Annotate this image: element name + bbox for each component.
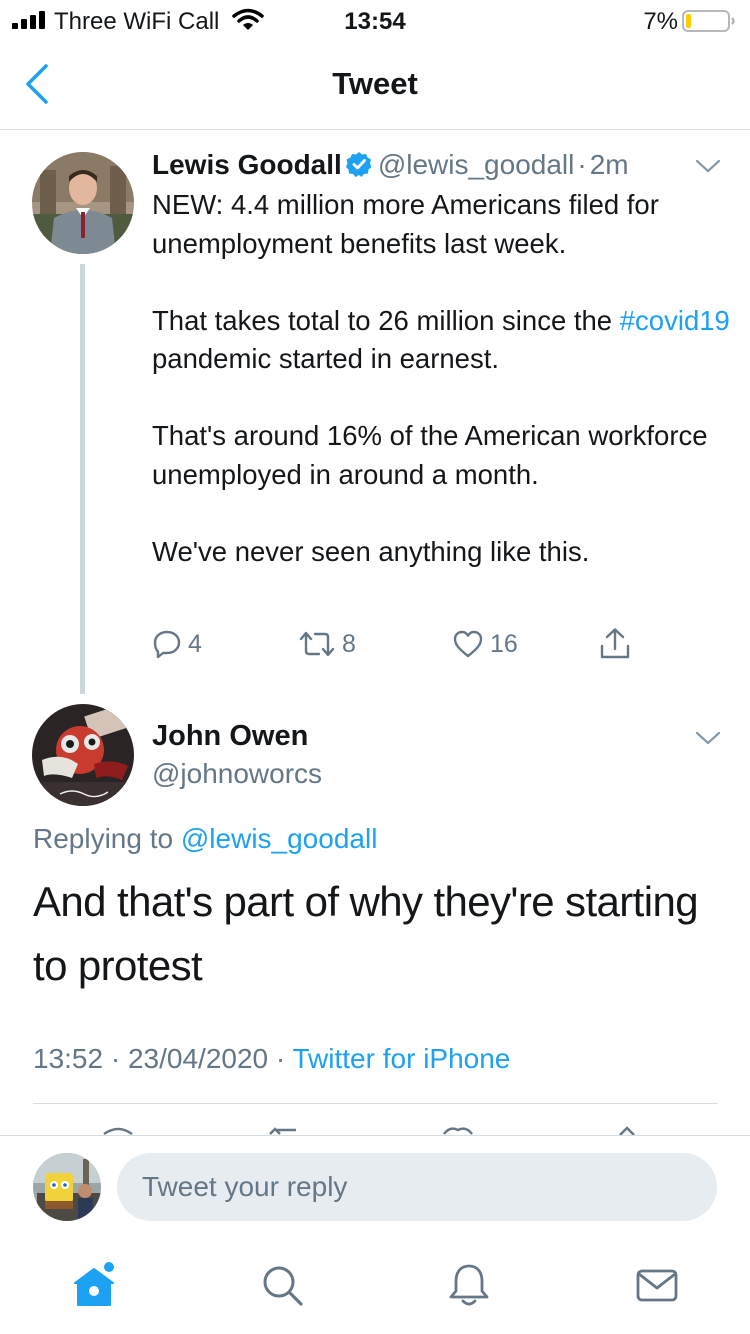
tweet-source-link[interactable]: Twitter for iPhone	[293, 1043, 511, 1074]
reply-composer-bar	[0, 1135, 750, 1334]
thread-connector-line	[80, 264, 85, 694]
reply-author-handle[interactable]: @johnoworcs	[152, 758, 322, 790]
tweet-age: 2m	[589, 149, 629, 180]
tweet-paragraph: NEW: 4.4 million more Americans filed fo…	[152, 189, 659, 259]
verified-badge-icon	[345, 152, 372, 177]
reply-tweet-text: And that's part of why they're starting …	[33, 878, 699, 989]
author-handle[interactable]: @lewis_goodall	[378, 149, 575, 180]
replying-to-line: Replying to @lewis_goodall	[33, 823, 377, 855]
hashtag-link[interactable]: #covid19	[620, 305, 730, 336]
divider	[33, 1103, 718, 1104]
tweet-header: Lewis Goodall @lewis_goodall · 2m	[152, 149, 629, 181]
tweet-date: 23/04/2020	[127, 1043, 269, 1074]
search-icon[interactable]	[258, 1261, 306, 1309]
reply-options-chevron-icon[interactable]	[695, 730, 721, 746]
notifications-icon[interactable]	[445, 1261, 493, 1309]
reply-bubble-icon	[153, 630, 181, 659]
status-bar: Three WiFi Call 13:54 7%	[0, 0, 750, 42]
paragraph-text: pandemic started in earnest.	[152, 343, 499, 374]
tweet-time: 13:52	[33, 1043, 104, 1074]
battery-icon	[682, 10, 735, 32]
battery-percentage: 7%	[643, 8, 678, 35]
replying-to-mention[interactable]: @lewis_goodall	[181, 823, 378, 854]
like-action[interactable]: 16	[452, 626, 518, 662]
paragraph-text: That takes total to 26 million since the	[152, 304, 620, 336]
tweet-paragraph: That's around 16% of the American workfo…	[152, 420, 708, 490]
retweet-count: 8	[342, 629, 356, 658]
share-icon	[600, 628, 630, 659]
current-user-avatar[interactable]	[33, 1153, 101, 1221]
retweet-action[interactable]: 8	[298, 626, 356, 662]
reply-actions-partial-icons	[103, 1126, 635, 1136]
tweet-body: NEW: 4.4 million more Americans filed fo…	[152, 186, 732, 610]
page-title: Tweet	[332, 66, 418, 101]
heart-icon	[453, 630, 483, 658]
status-time: 13:54	[344, 8, 406, 35]
tweet-options-chevron-icon[interactable]	[695, 158, 721, 174]
messages-icon[interactable]	[633, 1261, 681, 1309]
john-owen-avatar[interactable]	[32, 704, 134, 806]
share-action[interactable]	[598, 626, 638, 662]
timestamp-separator: ·	[275, 1043, 286, 1074]
tweet-timestamp: 13:52 · 23/04/2020 · Twitter for iPhone	[33, 1043, 510, 1075]
author-name[interactable]: Lewis Goodall	[152, 149, 342, 180]
tweet-paragraph: We've never seen anything like this.	[152, 535, 590, 567]
reply-count: 4	[188, 629, 202, 658]
navigation-bar: Tweet	[0, 42, 750, 130]
reply-author-name[interactable]: John Owen	[152, 720, 308, 753]
replying-to-prefix: Replying to	[33, 823, 174, 854]
meta-separator: ·	[577, 149, 587, 180]
retweet-icon	[299, 631, 335, 657]
reply-action[interactable]: 4	[152, 626, 202, 662]
timestamp-separator: ·	[110, 1043, 121, 1074]
tweet-paragraph-with-hashtag: That takes total to 26 million since the…	[152, 302, 732, 379]
home-icon[interactable]	[70, 1261, 118, 1309]
lewis-goodall-avatar[interactable]	[32, 152, 134, 254]
like-count: 16	[490, 629, 518, 658]
reply-input[interactable]	[117, 1153, 717, 1221]
